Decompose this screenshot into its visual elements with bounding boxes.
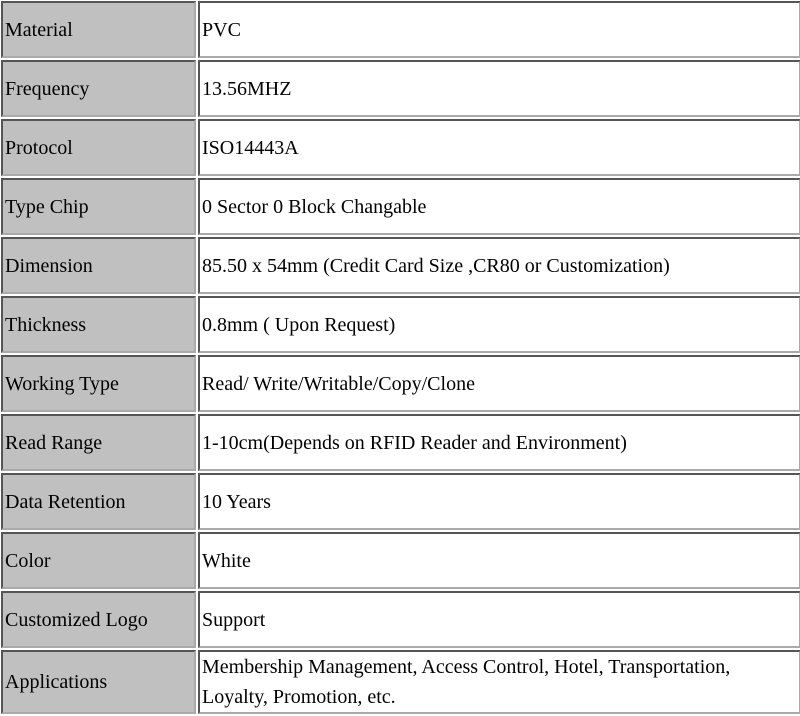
spec-value: ISO14443A bbox=[198, 119, 800, 176]
spec-label: Frequency bbox=[1, 60, 196, 117]
table-row: Thickness 0.8mm ( Upon Request) bbox=[1, 296, 800, 353]
table-row: Frequency 13.56MHZ bbox=[1, 60, 800, 117]
spec-value: 85.50 x 54mm (Credit Card Size ,CR80 or … bbox=[198, 237, 800, 294]
spec-value: 10 Years bbox=[198, 473, 800, 530]
table-row: Working Type Read/ Write/Writable/Copy/Cl… bbox=[1, 355, 800, 412]
spec-value: Read/ Write/Writable/Copy/Clone bbox=[198, 355, 800, 412]
spec-label: Working Type bbox=[1, 355, 196, 412]
spec-label: Dimension bbox=[1, 237, 196, 294]
spec-label: Customized Logo bbox=[1, 591, 196, 648]
spec-label: Read Range bbox=[1, 414, 196, 471]
spec-label: Applications bbox=[1, 650, 196, 714]
spec-value: 13.56MHZ bbox=[198, 60, 800, 117]
table-row: Type Chip 0 Sector 0 Block Changable bbox=[1, 178, 800, 235]
spec-value: 0.8mm ( Upon Request) bbox=[198, 296, 800, 353]
spec-value: Support bbox=[198, 591, 800, 648]
spec-label: Protocol bbox=[1, 119, 196, 176]
spec-value: PVC bbox=[198, 1, 800, 58]
spec-table: Material PVC Frequency 13.56MHZ Protocol ISO1… bbox=[0, 0, 800, 716]
spec-value: 1-10cm(Depends on RFID Reader and Enviro… bbox=[198, 414, 800, 471]
table-row: Material PVC bbox=[1, 1, 800, 58]
table-row: Applications Membership Management, Acces… bbox=[1, 650, 800, 714]
table-row: Protocol ISO14443A bbox=[1, 119, 800, 176]
spec-label: Color bbox=[1, 532, 196, 589]
spec-label: Data Retention bbox=[1, 473, 196, 530]
spec-value: 0 Sector 0 Block Changable bbox=[198, 178, 800, 235]
table-row: Color White bbox=[1, 532, 800, 589]
spec-label: Material bbox=[1, 1, 196, 58]
table-row: Dimension 85.50 x 54mm (Credit Card Size … bbox=[1, 237, 800, 294]
spec-value: Membership Management, Access Control, H… bbox=[198, 650, 800, 714]
spec-value: White bbox=[198, 532, 800, 589]
spec-label: Type Chip bbox=[1, 178, 196, 235]
table-row: Customized Logo Support bbox=[1, 591, 800, 648]
spec-label: Thickness bbox=[1, 296, 196, 353]
table-row: Read Range 1-10cm(Depends on RFID Reader … bbox=[1, 414, 800, 471]
table-row: Data Retention 10 Years bbox=[1, 473, 800, 530]
